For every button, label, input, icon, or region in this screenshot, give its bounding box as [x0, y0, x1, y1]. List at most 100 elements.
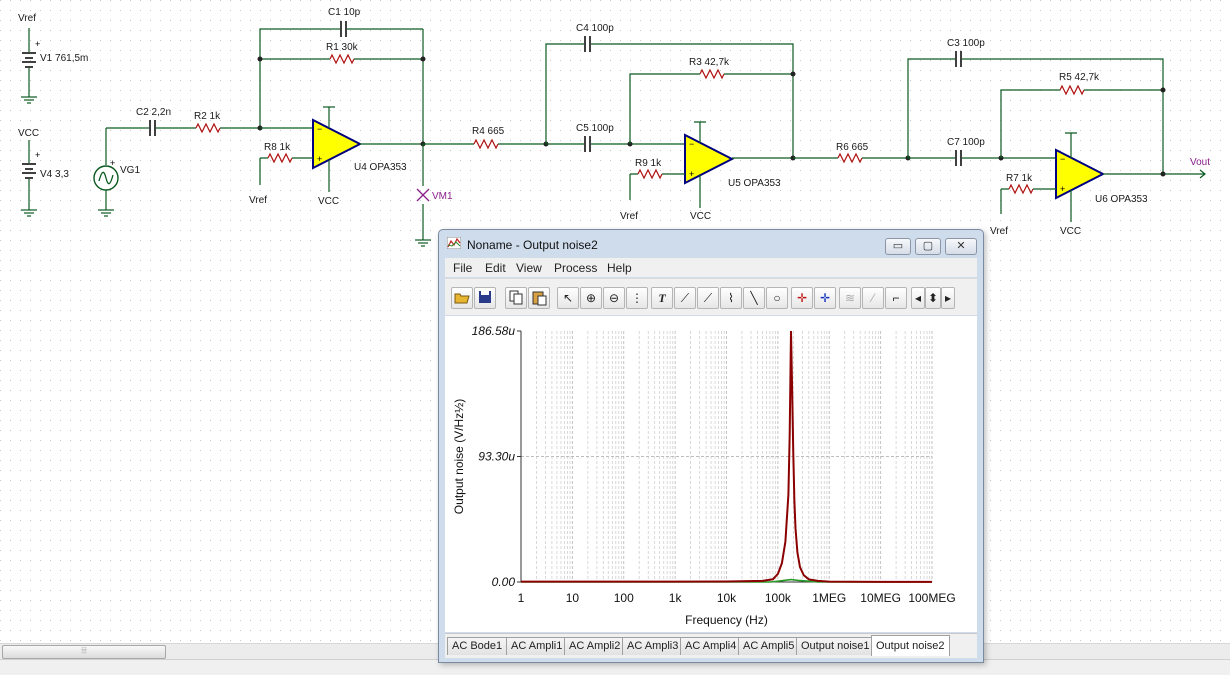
x-tick-label: 1 [518, 591, 525, 605]
noise-chart[interactable]: 1 10 100 1k 10k 100k 1MEG 10MEG 100MEG 0.00 93.30u… [445, 316, 977, 632]
paste-icon[interactable] [528, 287, 550, 309]
window-titlebar[interactable]: Noname - Output noise2 ▭ ▢ ✕ [439, 230, 983, 257]
y-tick-label: 93.30u [478, 450, 515, 464]
x-axis-title: Frequency (Hz) [685, 613, 768, 627]
pen-icon[interactable]: ⁄ [862, 287, 884, 309]
c1-label: C1 10p [328, 7, 361, 18]
svg-text:+: + [689, 169, 694, 179]
window-title: Noname - Output noise2 [467, 238, 598, 252]
x-tick-label: 10MEG [860, 591, 901, 605]
c2-label: C2 2,2n [136, 107, 171, 118]
c3-label: C3 100p [947, 38, 985, 49]
arrow-left-icon[interactable]: ◂ [911, 287, 925, 309]
svg-text:−: − [317, 124, 322, 134]
u6-label: U6 OPA353 [1095, 194, 1148, 205]
r5-label: R5 42,7k [1059, 72, 1100, 83]
tab-ac-ampli5[interactable]: AC Ampli5 [738, 637, 800, 655]
vg1-label: VG1 [120, 165, 140, 176]
circle-icon[interactable]: ○ [766, 287, 788, 309]
cursor-a-icon[interactable]: ⟋ [674, 287, 696, 309]
vcc-u5-label: VCC [690, 211, 711, 222]
tab-ac-ampli2[interactable]: AC Ampli2 [564, 637, 626, 655]
menu-file[interactable]: File [453, 261, 472, 275]
diagram-window[interactable]: Noname - Output noise2 ▭ ▢ ✕ File Edit V… [438, 229, 984, 663]
cursor-a-red-icon[interactable]: ✛ [791, 287, 813, 309]
tab-ac-ampli3[interactable]: AC Ampli3 [622, 637, 684, 655]
menu-edit[interactable]: Edit [485, 261, 506, 275]
toolbar: ↖ ⊕ ⊖ ⋮ T ⟋ ⟋ ⌇ ╲ ○ ✛ ✛ ≋ ⁄ ⌐ ◂ ⬍ ▸ [445, 278, 977, 315]
vout-label: Vout [1190, 157, 1210, 168]
tab-ac-ampli1[interactable]: AC Ampli1 [506, 637, 568, 655]
r7-label: R7 1k [1006, 173, 1033, 184]
c5-label: C5 100p [576, 123, 614, 134]
x-tick-label: 1MEG [812, 591, 846, 605]
vm1-label: VM1 [432, 191, 453, 202]
y-tick-label: 0.00 [492, 575, 516, 589]
vcc-label: VCC [18, 128, 39, 139]
svg-text:+: + [35, 39, 40, 49]
vref-u4-label: Vref [249, 195, 267, 206]
v4-label: V4 3,3 [40, 169, 69, 180]
menu-bar: File Edit View Process Help [445, 258, 977, 277]
u4-label: U4 OPA353 [354, 162, 407, 173]
r8-label: R8 1k [264, 142, 291, 153]
x-tick-label: 100k [765, 591, 792, 605]
svg-text:+: + [35, 150, 40, 160]
minimize-button[interactable]: ▭ [885, 238, 911, 255]
copy-icon[interactable] [505, 287, 527, 309]
vcc-u4-label: VCC [318, 196, 339, 207]
svg-text:+: + [110, 158, 115, 168]
step-icon[interactable]: ⌐ [885, 287, 907, 309]
arrow-right-icon[interactable]: ▸ [941, 287, 955, 309]
grid-icon[interactable]: ⋮ [626, 287, 648, 309]
u5-label: U5 OPA353 [728, 178, 781, 189]
minimize-icon: ▭ [892, 240, 904, 252]
r3-label: R3 42,7k [689, 57, 730, 68]
menu-help[interactable]: Help [607, 261, 632, 275]
close-button[interactable]: ✕ [945, 238, 977, 255]
zoom-out-icon[interactable]: ⊖ [603, 287, 625, 309]
x-tick-label: 1k [669, 591, 683, 605]
r4-label: R4 665 [472, 126, 505, 137]
menu-process[interactable]: Process [554, 261, 597, 275]
menu-view[interactable]: View [516, 261, 542, 275]
x-tick-label: 100 [614, 591, 634, 605]
tab-ac-ampli4[interactable]: AC Ampli4 [680, 637, 742, 655]
waveform-icon[interactable]: ≋ [839, 287, 861, 309]
tab-ac-bode1[interactable]: AC Bode1 [447, 637, 508, 655]
close-icon: ✕ [956, 240, 966, 252]
cursor-b-blue-icon[interactable]: ✛ [814, 287, 836, 309]
x-tick-label: 100MEG [908, 591, 955, 605]
line-icon[interactable]: ╲ [743, 287, 765, 309]
tab-output-noise2[interactable]: Output noise2 [871, 635, 950, 656]
cursor-b-icon[interactable]: ⟋ [697, 287, 719, 309]
vref-label: Vref [18, 13, 36, 24]
app-icon [447, 237, 461, 249]
curve-icon[interactable]: ⌇ [720, 287, 742, 309]
tab-bar: AC Bode1 AC Ampli1 AC Ampli2 AC Ampli3 A… [445, 633, 977, 658]
vref-u6-label: Vref [990, 226, 1008, 237]
vref-u5-label: Vref [620, 211, 638, 222]
pointer-icon[interactable]: ↖ [557, 287, 579, 309]
y-axis-title: Output noise (V/Hz½) [452, 399, 466, 514]
maximize-icon: ▢ [922, 240, 934, 252]
r1-label: R1 30k [326, 42, 359, 53]
svg-text:+: + [1060, 184, 1065, 194]
y-tick-label: 186.58u [472, 324, 516, 338]
x-tick-label: 10 [566, 591, 580, 605]
x-tick-label: 10k [717, 591, 737, 605]
arrow-updown-icon[interactable]: ⬍ [925, 287, 941, 309]
svg-text:−: − [1060, 154, 1065, 164]
save-icon[interactable] [474, 287, 496, 309]
maximize-button[interactable]: ▢ [915, 238, 941, 255]
plot-area[interactable]: 1 10 100 1k 10k 100k 1MEG 10MEG 100MEG 0.00 93.30u… [445, 316, 977, 632]
text-tool-icon[interactable]: T [651, 287, 673, 309]
v1-label: V1 761,5m [40, 53, 88, 64]
c4-label: C4 100p [576, 23, 614, 34]
c7-label: C7 100p [947, 137, 985, 148]
scrollbar-thumb[interactable]: ⦙⦙⦙ [2, 645, 166, 659]
r2-label: R2 1k [194, 111, 221, 122]
open-folder-icon[interactable] [451, 287, 473, 309]
tab-output-noise1[interactable]: Output noise1 [796, 637, 875, 655]
zoom-in-icon[interactable]: ⊕ [580, 287, 602, 309]
